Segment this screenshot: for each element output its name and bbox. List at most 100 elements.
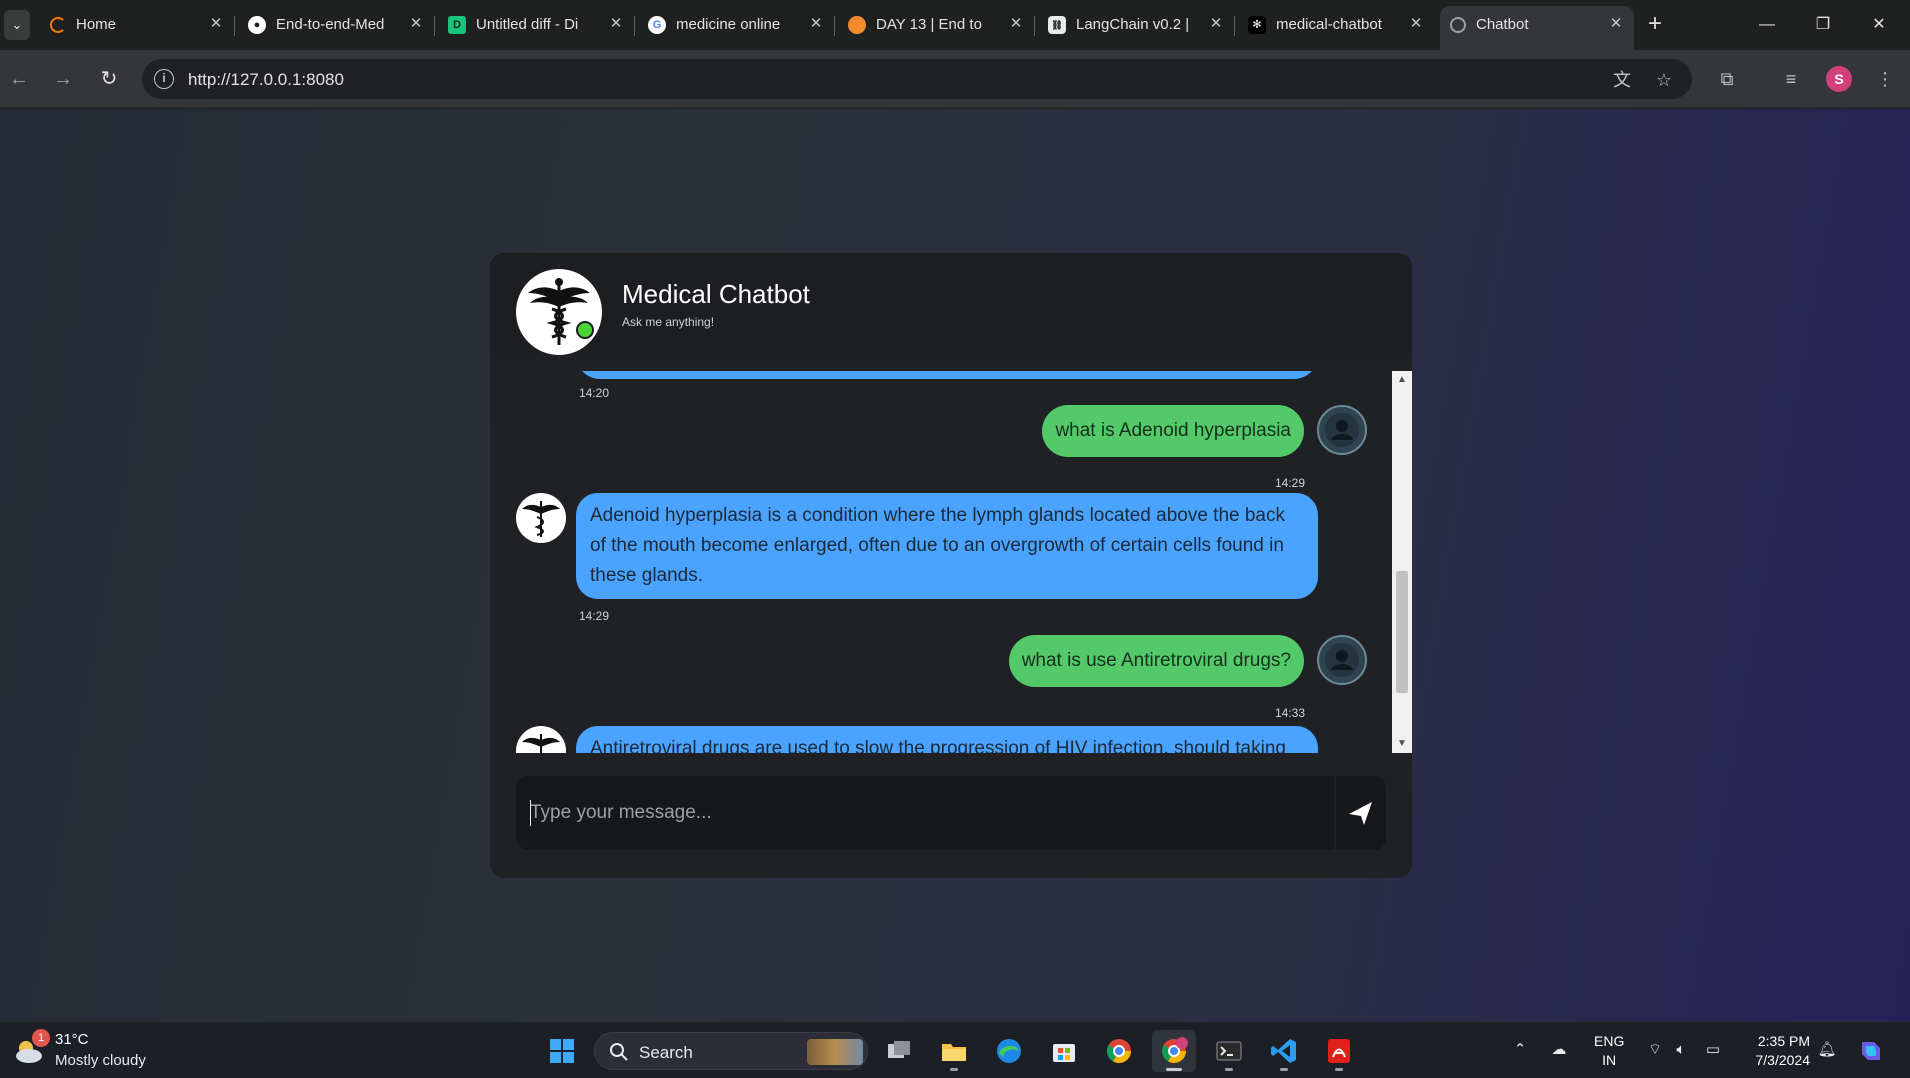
file-explorer-button[interactable]	[932, 1030, 976, 1072]
chat-card: Medical Chatbot Ask me anything! 14:20 w…	[490, 253, 1412, 878]
url-text: http://127.0.0.1:8080	[188, 70, 344, 89]
windows-start-button[interactable]	[540, 1030, 584, 1072]
edge-icon	[997, 1039, 1021, 1063]
tab-google-search[interactable]: G medicine online ✕	[640, 8, 835, 42]
user-avatar-icon	[1317, 635, 1367, 685]
more-menu-icon[interactable]: ⋮	[1872, 66, 1898, 92]
wifi-icon[interactable]: ⌔	[1644, 1040, 1666, 1060]
profile-avatar[interactable]: S	[1826, 66, 1852, 92]
weather-temperature[interactable]: 31°C	[55, 1031, 89, 1048]
tab-separator	[1034, 16, 1035, 36]
minimize-button[interactable]: —	[1744, 6, 1790, 44]
terminal-button[interactable]	[1207, 1030, 1251, 1072]
tab-course[interactable]: DAY 13 | End to ✕	[840, 8, 1035, 42]
close-window-button[interactable]: ✕	[1856, 6, 1902, 44]
user-avatar-icon	[1317, 405, 1367, 455]
scroll-up-arrow-icon[interactable]: ▲	[1392, 371, 1412, 389]
messages-area[interactable]: 14:20 what is Adenoid hyperplasia 14:29 …	[490, 371, 1412, 753]
tab-separator	[634, 16, 635, 36]
chat-subtitle: Ask me anything!	[622, 315, 715, 329]
language-indicator[interactable]: ENG IN	[1594, 1032, 1624, 1070]
close-icon[interactable]: ✕	[1406, 14, 1426, 34]
search-highlight-image	[807, 1039, 863, 1065]
message-time: 14:29	[579, 609, 610, 623]
close-icon[interactable]: ✕	[806, 14, 826, 34]
tab-chatbot[interactable]: Chatbot ✕	[1440, 6, 1634, 50]
tab-title: End-to-end-Med	[276, 16, 385, 33]
message-user-bubble: what is use Antiretroviral drugs?	[1008, 635, 1304, 687]
tab-github-repo[interactable]: ● End-to-end-Med ✕	[240, 8, 435, 42]
chrome-button[interactable]	[1097, 1030, 1141, 1072]
close-icon[interactable]: ✕	[1606, 14, 1626, 34]
reload-button[interactable]: ↻	[94, 64, 124, 94]
extensions-icon[interactable]: ⧉	[1714, 66, 1740, 92]
volume-icon[interactable]: 🔈︎	[1670, 1040, 1692, 1060]
text-caret	[530, 800, 531, 826]
store-button[interactable]	[1042, 1030, 1086, 1072]
tab-search-menu-button[interactable]: ⌄	[4, 10, 30, 40]
task-view-button[interactable]	[877, 1030, 921, 1072]
online-status-dot	[576, 321, 594, 339]
terminal-icon	[1216, 1041, 1242, 1061]
tab-langchain[interactable]: ⛓ LangChain v0.2 | ✕	[1040, 8, 1235, 42]
taskbar-search[interactable]: Search	[594, 1032, 868, 1070]
onedrive-icon[interactable]: ☁	[1546, 1040, 1572, 1060]
message-time: 14:33	[1275, 706, 1306, 720]
close-icon[interactable]: ✕	[606, 14, 626, 34]
chrome-profile-button[interactable]	[1152, 1030, 1196, 1072]
tab-separator	[434, 16, 435, 36]
show-hidden-icons-chevron-icon[interactable]: ⌃	[1510, 1040, 1530, 1060]
chrome-icon	[1106, 1039, 1131, 1064]
acrobat-icon	[1328, 1039, 1350, 1063]
translate-icon[interactable]: 文	[1611, 69, 1633, 91]
send-button[interactable]	[1336, 776, 1386, 850]
messages-scrollbar[interactable]: ▲ ▼	[1392, 371, 1412, 753]
running-indicator	[1280, 1068, 1288, 1071]
search-label: Search	[639, 1043, 693, 1062]
taskbar: 1 31°C Mostly cloudy Search ⌃ ☁ ENG IN ⌔…	[0, 1021, 1910, 1078]
site-info-icon[interactable]: i	[154, 69, 174, 89]
tab-title: Chatbot	[1476, 16, 1529, 33]
copilot-icon[interactable]	[1856, 1036, 1886, 1066]
close-icon[interactable]: ✕	[206, 14, 226, 34]
course-icon	[848, 16, 866, 34]
bookmark-star-icon[interactable]: ☆	[1653, 69, 1675, 91]
message-user-bubble: what is Adenoid hyperplasia	[1042, 405, 1304, 457]
tab-openai[interactable]: ✻ medical-chatbot ✕	[1240, 8, 1434, 42]
tab-separator	[834, 16, 835, 36]
forward-button[interactable]: →	[48, 64, 78, 94]
close-icon[interactable]: ✕	[1006, 14, 1026, 34]
close-icon[interactable]: ✕	[406, 14, 426, 34]
tab-separator	[234, 16, 235, 36]
store-icon	[1053, 1044, 1075, 1062]
tab-title: LangChain v0.2 |	[1076, 16, 1190, 33]
tab-diffchecker[interactable]: D Untitled diff - Di ✕	[440, 8, 635, 42]
message-bot-bubble: Adenoid hyperplasia is a condition where…	[576, 493, 1318, 599]
tab-home[interactable]: Home ✕	[40, 8, 235, 42]
new-tab-button[interactable]: +	[1640, 10, 1670, 40]
vscode-button[interactable]	[1262, 1030, 1306, 1072]
close-icon[interactable]: ✕	[1206, 14, 1226, 34]
battery-icon[interactable]: ▭	[1702, 1040, 1724, 1060]
restore-button[interactable]: ❐	[1800, 6, 1846, 44]
search-icon	[610, 1043, 628, 1061]
chat-title: Medical Chatbot	[622, 279, 810, 309]
message-bot-bubble: Antiretroviral drugs are used to slow th…	[576, 726, 1318, 753]
tab-strip: ⌄ Home ✕ ● End-to-end-Med ✕ D Untitled d…	[0, 0, 1910, 50]
scrollbar-thumb[interactable]	[1396, 571, 1408, 693]
browser-toolbar: ← → ↻ i http://127.0.0.1:8080 文 ☆ ⧉ ≡ S …	[0, 50, 1910, 108]
edge-button[interactable]	[987, 1030, 1031, 1072]
system-clock[interactable]: 2:35 PM 7/3/2024	[1740, 1032, 1811, 1070]
back-button[interactable]: ←	[4, 64, 34, 94]
media-controls-icon[interactable]: ≡	[1778, 66, 1804, 92]
notification-bell-icon[interactable]: 🔔︎	[1816, 1040, 1838, 1060]
message-input-container	[516, 776, 1334, 850]
message-input[interactable]	[530, 794, 1320, 832]
vscode-icon	[1271, 1039, 1296, 1063]
page-background: Medical Chatbot Ask me anything! 14:20 w…	[0, 109, 1910, 1021]
openai-icon: ✻	[1248, 16, 1266, 34]
scroll-down-arrow-icon[interactable]: ▼	[1392, 735, 1412, 753]
acrobat-button[interactable]	[1317, 1030, 1361, 1072]
weather-condition[interactable]: Mostly cloudy	[55, 1052, 146, 1069]
address-bar[interactable]: i http://127.0.0.1:8080 文 ☆	[142, 59, 1692, 99]
